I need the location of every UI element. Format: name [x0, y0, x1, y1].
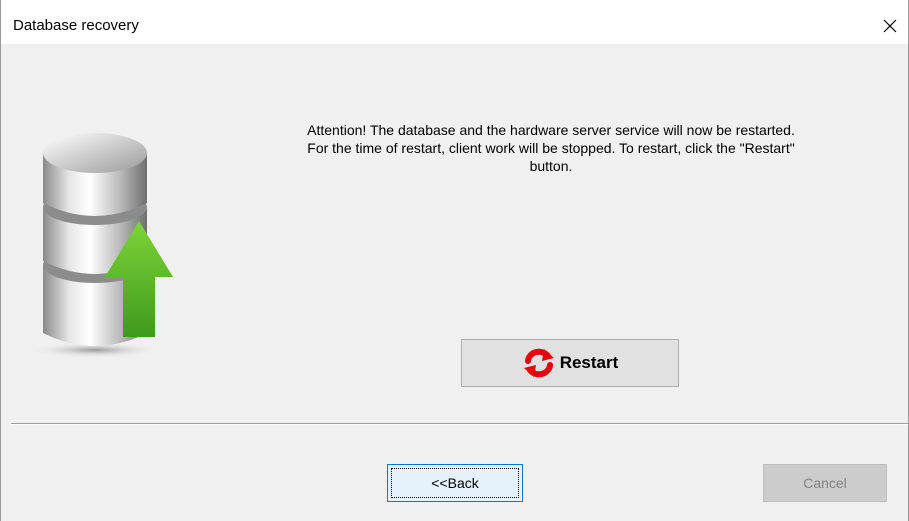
restart-icon: [523, 348, 554, 378]
back-button[interactable]: <<Back: [387, 464, 523, 502]
close-icon: [883, 19, 897, 33]
cancel-button-label: Cancel: [803, 475, 847, 491]
separator: [11, 423, 908, 425]
focus-rectangle: [391, 468, 519, 498]
message-line: Attention! The database and the hardware…: [307, 122, 795, 138]
dialog-window: Database recovery Attention! The databas…: [0, 0, 909, 521]
window-title: Database recovery: [13, 17, 139, 34]
message-line: button.: [529, 158, 573, 174]
cancel-button[interactable]: Cancel: [763, 464, 887, 502]
attention-message: Attention! The database and the hardware…: [251, 121, 851, 175]
message-line: For the time of restart, client work wil…: [307, 140, 795, 156]
dialog-body: Attention! The database and the hardware…: [1, 45, 908, 521]
close-button[interactable]: [872, 8, 908, 44]
restart-button-label: Restart: [559, 353, 619, 372]
title-bar[interactable]: Database recovery: [1, 0, 908, 45]
restart-button[interactable]: Restart: [461, 339, 679, 387]
database-upload-icon: [35, 133, 173, 358]
